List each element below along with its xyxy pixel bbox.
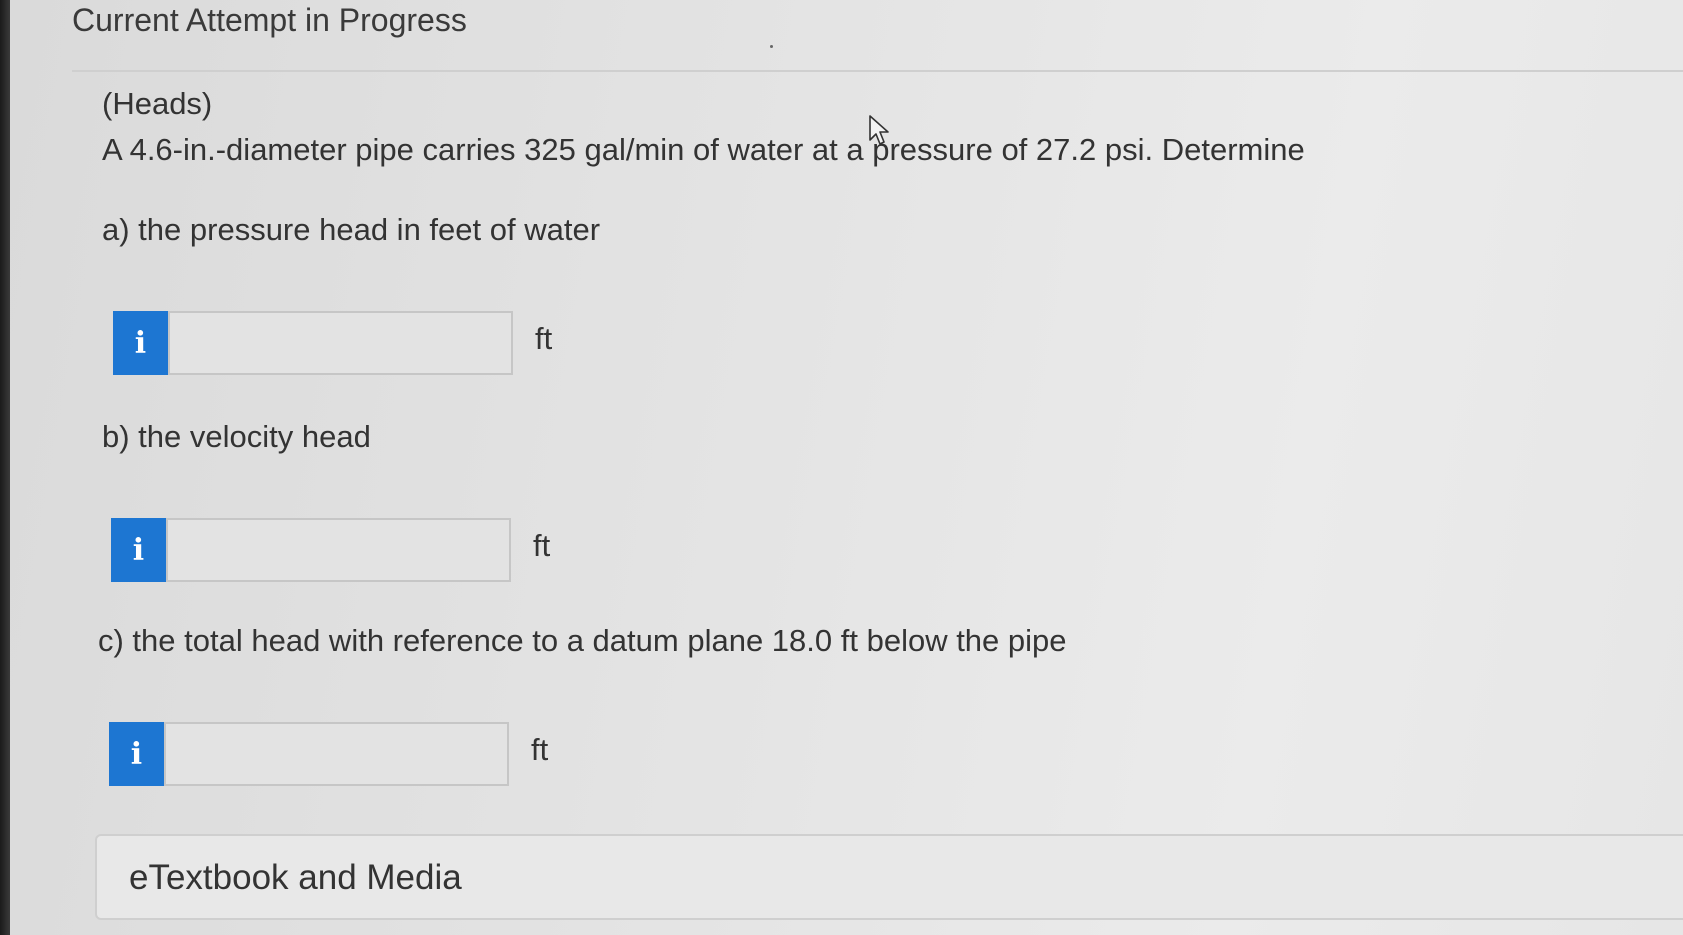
question-b-label: b) the velocity head: [102, 419, 371, 454]
etextbook-media-panel[interactable]: eTextbook and Media: [95, 834, 1683, 920]
screen-speck: [770, 45, 773, 48]
etextbook-media-label: eTextbook and Media: [129, 858, 462, 897]
unit-label-a: ft: [535, 321, 553, 356]
assignment-page: Current Attempt in Progress (Heads) A 4.…: [10, 0, 1683, 935]
screen-bezel: [0, 0, 10, 935]
info-icon[interactable]: i: [109, 722, 164, 786]
mouse-pointer-icon: [869, 115, 889, 145]
answer-input-a[interactable]: [168, 311, 513, 375]
unit-label-b: ft: [533, 528, 551, 563]
answer-input-c[interactable]: [164, 722, 509, 786]
info-icon[interactable]: i: [111, 518, 166, 582]
unit-label-c: ft: [531, 732, 549, 767]
problem-statement: A 4.6-in.-diameter pipe carries 325 gal/…: [102, 132, 1305, 167]
answer-input-b[interactable]: [166, 518, 511, 582]
info-icon[interactable]: i: [113, 311, 168, 375]
problem-tag: (Heads): [102, 86, 213, 121]
question-c-label: c) the total head with reference to a da…: [98, 623, 1067, 658]
page-title: Current Attempt in Progress: [72, 2, 467, 38]
header-divider: [72, 70, 1683, 72]
question-a-label: a) the pressure head in feet of water: [102, 212, 601, 247]
